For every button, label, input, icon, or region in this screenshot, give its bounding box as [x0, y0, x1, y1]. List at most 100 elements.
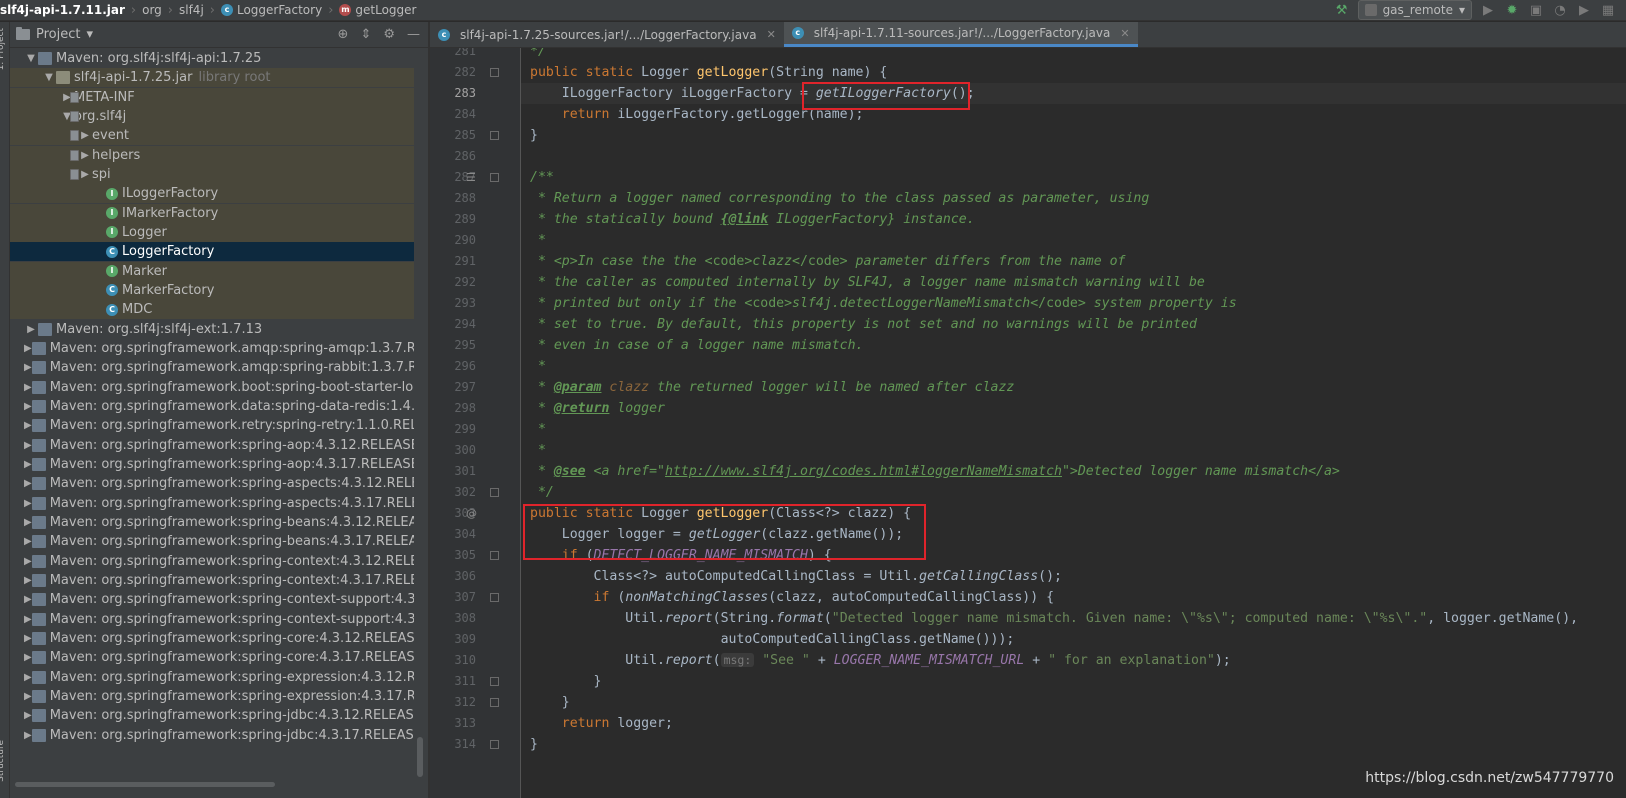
- collapsed-arrow-icon[interactable]: ▶: [24, 672, 32, 683]
- tab-loggerfactory-1-7-11[interactable]: c slf4j-api-1.7.11-sources.jar!/.../Logg…: [783, 22, 1138, 47]
- tree-item[interactable]: ▶ Maven: org.springframework.amqp:spring-…: [10, 358, 414, 377]
- structure-icon[interactable]: ▦: [1600, 2, 1616, 18]
- tree-item[interactable]: I Marker: [10, 261, 414, 281]
- debug-bug-icon[interactable]: ✹: [1504, 2, 1520, 18]
- collapsed-arrow-icon[interactable]: ▶: [24, 614, 32, 625]
- tree-item[interactable]: ▶ Maven: org.springframework:spring-jdbc:…: [10, 726, 414, 745]
- tree-item[interactable]: ▶ Maven: org.springframework:spring-conte…: [10, 590, 414, 609]
- project-vertical-scrollbar[interactable]: [414, 72, 426, 798]
- run-icon[interactable]: ▶: [1480, 2, 1496, 18]
- implements-marker-icon[interactable]: @: [466, 503, 477, 524]
- tab-loggerfactory-1-7-25[interactable]: c slf4j-api-1.7.25-sources.jar!/.../Logg…: [430, 22, 784, 47]
- fold-marker-icon[interactable]: [490, 68, 499, 77]
- collapsed-arrow-icon[interactable]: ▶: [24, 633, 32, 644]
- tree-item[interactable]: ▶ Maven: org.springframework:spring-aop:4…: [10, 436, 414, 455]
- tree-item[interactable]: ▶ Maven: org.springframework:spring-expre…: [10, 668, 414, 687]
- collapsed-arrow-icon[interactable]: ▶: [24, 575, 32, 586]
- fold-marker-icon[interactable]: [490, 551, 499, 560]
- tree-item[interactable]: ▶ event: [10, 126, 414, 146]
- project-view-selector[interactable]: Project ▾: [10, 27, 93, 42]
- collapsed-arrow-icon[interactable]: ▶: [24, 517, 32, 528]
- tree-item[interactable]: ▶ Maven: org.springframework:spring-conte…: [10, 571, 414, 590]
- tree-item[interactable]: ▶ Maven: org.springframework:spring-conte…: [10, 552, 414, 571]
- collapsed-arrow-icon[interactable]: ▶: [24, 459, 32, 470]
- breadcrumb-method[interactable]: m getLogger: [336, 3, 419, 17]
- tree-item[interactable]: ▶ spi: [10, 164, 414, 184]
- tree-item[interactable]: ▼ slf4j-api-1.7.25.jar library root: [10, 68, 414, 88]
- collapsed-arrow-icon[interactable]: ▶: [24, 730, 32, 741]
- profile-icon[interactable]: ◔: [1552, 2, 1568, 18]
- tree-item[interactable]: C MDC: [10, 300, 414, 320]
- collapsed-arrow-icon[interactable]: ▶: [24, 710, 32, 721]
- collapsed-arrow-icon[interactable]: ▶: [24, 440, 32, 451]
- project-horizontal-scrollbar[interactable]: [10, 780, 414, 790]
- tree-item[interactable]: ▶ Maven: org.springframework.boot:spring-…: [10, 378, 414, 397]
- tree-item[interactable]: ▶ Maven: org.springframework:spring-conte…: [10, 610, 414, 629]
- collapsed-arrow-icon[interactable]: ▶: [24, 478, 32, 489]
- collapsed-arrow-icon[interactable]: ▶: [24, 691, 32, 702]
- close-icon[interactable]: ✕: [767, 28, 776, 41]
- collapsed-arrow-icon[interactable]: ▶: [24, 343, 32, 354]
- tree-item[interactable]: ▶ Maven: org.springframework:spring-expre…: [10, 687, 414, 706]
- expanded-arrow-icon[interactable]: ▼: [42, 72, 56, 83]
- code-editor[interactable]: 281 282 283 284 285 286 287 288 289 290 291 292 293 2…: [430, 48, 1626, 798]
- stop-icon[interactable]: ▶: [1576, 2, 1592, 18]
- code-link[interactable]: http://www.slf4j.org/codes.html#loggerNa…: [665, 464, 1062, 479]
- tree-item[interactable]: ▶ Maven: org.springframework:spring-beans…: [10, 513, 414, 532]
- tree-item[interactable]: I Logger: [10, 222, 414, 242]
- collapsed-arrow-icon[interactable]: ▶: [24, 594, 32, 605]
- collapsed-arrow-icon[interactable]: ▶: [24, 362, 32, 373]
- build-hammer-icon[interactable]: ⚒: [1334, 2, 1350, 18]
- fold-marker-icon[interactable]: [490, 740, 499, 749]
- collapsed-arrow-icon[interactable]: ▶: [24, 324, 38, 335]
- gear-icon[interactable]: ⚙: [383, 27, 395, 42]
- render-doc-toggle-icon[interactable]: ☰: [466, 167, 476, 188]
- tree-item[interactable]: ▶ Maven: org.springframework:spring-aspec…: [10, 494, 414, 513]
- fold-marker-icon[interactable]: [490, 173, 499, 182]
- tree-item[interactable]: C MarkerFactory: [10, 280, 414, 300]
- collapsed-arrow-icon[interactable]: ▶: [24, 420, 32, 431]
- expanded-arrow-icon[interactable]: ▼: [24, 53, 38, 64]
- breadcrumb-pkg-org[interactable]: org: [139, 3, 165, 17]
- collapsed-arrow-icon[interactable]: ▶: [24, 536, 32, 547]
- tree-item[interactable]: I IMarkerFactory: [10, 203, 414, 223]
- fold-marker-icon[interactable]: [490, 593, 499, 602]
- tree-item[interactable]: ▶ META-INF: [10, 87, 414, 107]
- fold-marker-icon[interactable]: [490, 698, 499, 707]
- tree-item[interactable]: ▶ helpers: [10, 145, 414, 165]
- fold-marker-icon[interactable]: [490, 677, 499, 686]
- collapsed-arrow-icon[interactable]: ▶: [78, 130, 92, 141]
- collapsed-arrow-icon[interactable]: ▶: [24, 498, 32, 509]
- tree-item[interactable]: ▶ Maven: org.springframework:spring-jdbc:…: [10, 706, 414, 725]
- tree-item[interactable]: ▼ org.slf4j: [10, 106, 414, 126]
- fold-marker-icon[interactable]: [490, 131, 499, 140]
- scrollbar-thumb[interactable]: [417, 737, 423, 777]
- tree-item[interactable]: I ILoggerFactory: [10, 184, 414, 204]
- tree-item[interactable]: ▶ Maven: org.springframework.amqp:spring-…: [10, 339, 414, 358]
- scrollbar-thumb[interactable]: [15, 782, 275, 787]
- collapsed-arrow-icon[interactable]: ▶: [24, 382, 32, 393]
- collapsed-arrow-icon[interactable]: ▶: [78, 150, 92, 161]
- close-icon[interactable]: ✕: [1120, 27, 1129, 40]
- breadcrumb-class[interactable]: c LoggerFactory: [218, 3, 325, 17]
- tree-item[interactable]: ▶ Maven: org.springframework:spring-core:…: [10, 629, 414, 648]
- collapse-all-icon[interactable]: ⇕: [360, 27, 371, 42]
- coverage-icon[interactable]: ▣: [1528, 2, 1544, 18]
- tree-item[interactable]: ▶ Maven: org.springframework.retry:spring…: [10, 416, 414, 435]
- tree-item[interactable]: C LoggerFactory: [10, 242, 414, 262]
- collapsed-arrow-icon[interactable]: ▶: [78, 169, 92, 180]
- tree-item[interactable]: ▶ Maven: org.springframework.data:spring-…: [10, 397, 414, 416]
- tree-item[interactable]: ▶ Maven: org.springframework:spring-beans…: [10, 532, 414, 551]
- minimize-icon[interactable]: —: [407, 27, 420, 42]
- collapsed-arrow-icon[interactable]: ▶: [24, 401, 32, 412]
- tree-item[interactable]: ▶ Maven: org.springframework:spring-aop:4…: [10, 455, 414, 474]
- fold-marker-icon[interactable]: [490, 488, 499, 497]
- breadcrumb-pkg-slf4j[interactable]: slf4j: [176, 3, 207, 17]
- tree-item[interactable]: ▶ Maven: org.springframework:spring-core:…: [10, 648, 414, 667]
- tree-item[interactable]: ▶ Maven: org.springframework:spring-aspec…: [10, 474, 414, 493]
- run-configuration-dropdown[interactable]: gas_remote ▾: [1357, 0, 1472, 20]
- tree-item[interactable]: ▼ Maven: org.slf4j:slf4j-api:1.7.25: [10, 49, 414, 68]
- breadcrumb-jar[interactable]: slf4j-api-1.7.11.jar: [0, 3, 128, 17]
- collapsed-arrow-icon[interactable]: ▶: [24, 556, 32, 567]
- collapsed-arrow-icon[interactable]: ▶: [24, 652, 32, 663]
